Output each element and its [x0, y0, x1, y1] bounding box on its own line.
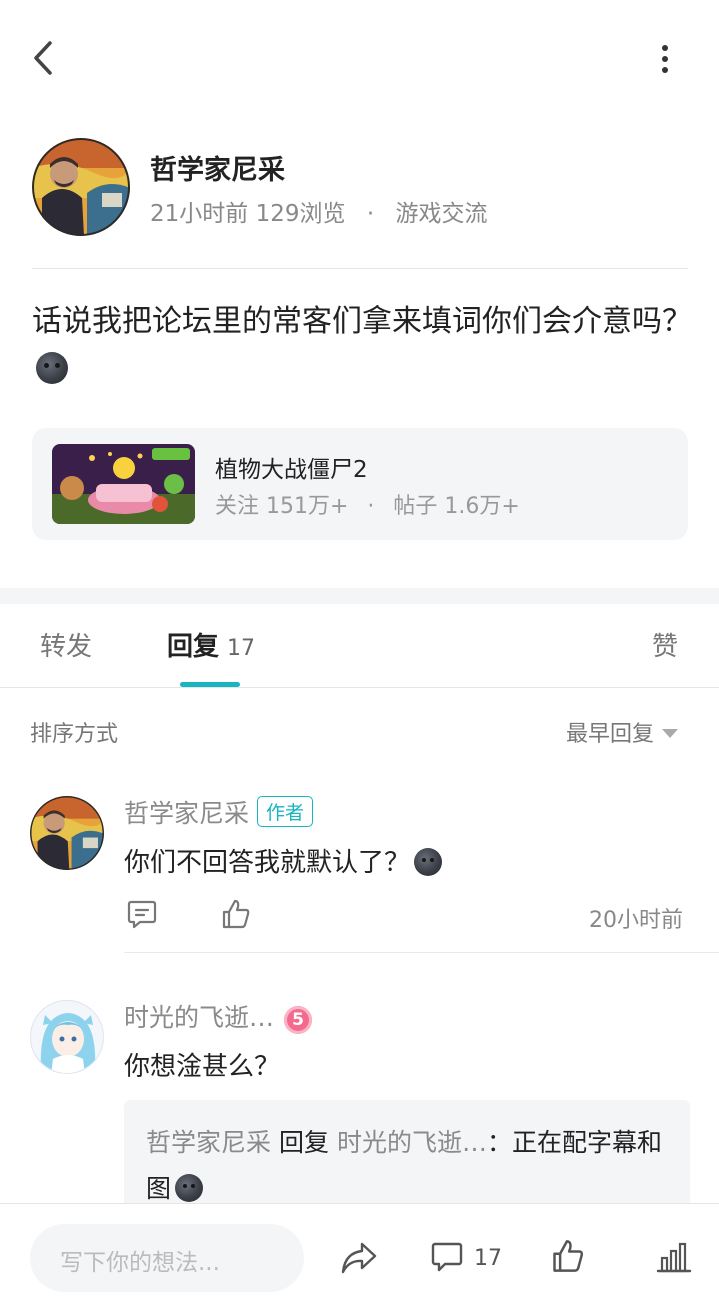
game-title: 植物大战僵尸2 [215, 457, 368, 483]
comment-text: 你想淦甚么？ [124, 1052, 281, 1082]
game-stats: 关注 151万+ · 帖子 1.6万+ [215, 488, 520, 520]
section-gap [0, 588, 719, 604]
comment-icon [431, 1242, 463, 1272]
post-category[interactable]: 游戏交流 [395, 201, 487, 227]
divider [32, 268, 688, 269]
tab-reply-count: 17 [227, 636, 256, 661]
tab-repost[interactable]: 转发 [40, 626, 92, 663]
more-options-button[interactable] [650, 40, 680, 80]
game-card[interactable]: 植物大战僵尸2 关注 151万+ · 帖子 1.6万+ [32, 428, 688, 540]
caret-down-icon [662, 729, 679, 738]
sort-dropdown[interactable]: 最早回复 [566, 716, 679, 748]
divider [124, 952, 719, 953]
comment-author-name: 哲学家尼采 [124, 799, 250, 828]
post-text: 话说我把论坛里的常客们拿来填词你们会介意吗？ [32, 304, 692, 339]
dark-moon-face-emoji [175, 1174, 204, 1202]
share-button[interactable] [340, 1240, 378, 1280]
game-thumbnail [52, 444, 195, 524]
comment-avatar[interactable] [30, 796, 104, 870]
comment-time: 20小时前 [589, 908, 683, 933]
chevron-left-icon [34, 41, 52, 75]
sort-value: 最早回复 [566, 722, 655, 747]
comment-author[interactable]: 哲学家尼采 作者 [124, 794, 314, 830]
comment-text-content: 你们不回答我就默认了？ [124, 848, 411, 878]
post-views: 129浏览 [255, 201, 346, 227]
level-badge: 5 [284, 1006, 313, 1034]
thumbs-up-icon [553, 1240, 584, 1272]
reply-quote-text: 哲学家尼采 回复 时光的飞逝…：正在配字幕和图 [146, 1120, 676, 1212]
top-bar [0, 0, 719, 120]
meta-separator: · [366, 201, 375, 227]
stats-button[interactable] [656, 1240, 692, 1278]
quote-colon: ： [486, 1128, 512, 1157]
stats-separator: · [367, 494, 375, 519]
comment-author[interactable]: 时光的飞逝… 5 [124, 998, 313, 1034]
share-icon [341, 1242, 377, 1274]
tab-reply[interactable]: 回复 17 [167, 626, 255, 663]
quote-to[interactable]: 时光的飞逝… [337, 1128, 487, 1157]
author-avatar[interactable] [32, 138, 130, 236]
tab-like[interactable]: 赞 [652, 626, 678, 663]
bar-chart-icon [656, 1242, 692, 1273]
reply-quote[interactable]: 哲学家尼采 回复 时光的飞逝…：正在配字幕和图 [124, 1100, 690, 1210]
comment-input[interactable]: 写下你的想法... [30, 1224, 304, 1292]
game-posts: 帖子 1.6万+ [393, 494, 520, 519]
dark-moon-face-emoji [36, 352, 68, 384]
comment-avatar[interactable] [30, 1000, 104, 1074]
comments-button[interactable] [430, 1240, 464, 1278]
post-body: 话说我把论坛里的常客们拿来填词你们会介意吗？ [32, 298, 692, 394]
quote-verb: 回复 [278, 1128, 329, 1157]
game-followers: 关注 151万+ [215, 494, 349, 519]
more-vertical-icon [662, 45, 668, 51]
comment-input-placeholder: 写下你的想法... [60, 1250, 220, 1276]
post-time: 21小时前 [150, 201, 249, 227]
divider [0, 687, 719, 688]
sort-label: 排序方式 [30, 722, 119, 747]
thumbs-up-icon [222, 899, 250, 929]
like-post-button[interactable] [550, 1238, 586, 1278]
post-author-name[interactable]: 哲学家尼采 [150, 148, 285, 187]
quote-from[interactable]: 哲学家尼采 [146, 1128, 271, 1157]
comment-author-name: 时光的飞逝… [124, 1003, 275, 1032]
back-button[interactable] [28, 38, 58, 78]
comment-icon [127, 900, 157, 929]
comment-text: 你们不回答我就默认了？ [124, 842, 443, 879]
like-comment-button[interactable] [220, 898, 252, 934]
comment-count: 17 [474, 1246, 502, 1271]
dark-moon-face-emoji [414, 848, 443, 876]
post-meta: 21小时前 129浏览 · 游戏交流 [150, 194, 487, 228]
reply-comment-button[interactable] [126, 898, 158, 934]
tab-reply-label: 回复 [167, 632, 220, 662]
author-tag: 作者 [257, 796, 314, 827]
bottom-action-bar: 写下你的想法... 17 [0, 1203, 719, 1309]
